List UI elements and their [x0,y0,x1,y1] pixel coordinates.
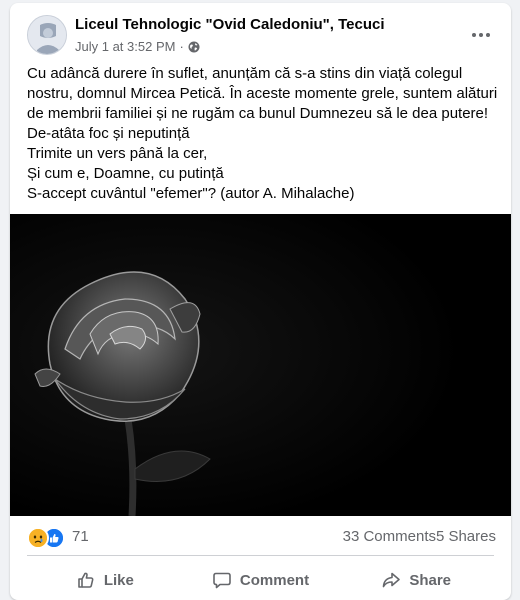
avatar-silhouette-icon [28,16,66,54]
more-options-button[interactable] [463,17,499,53]
reactions-bar: 71 33 Comments 5 Shares [10,521,511,553]
meta-separator: · [179,39,184,54]
post-meta: July 1 at 3:52 PM · [75,39,200,54]
comment-label: Comment [239,571,310,589]
comments-count-link[interactable]: 33 Comments [343,528,436,545]
like-label: Like [103,571,134,589]
post-actions: Like Comment Share [27,561,494,599]
actions-divider [27,555,494,556]
share-icon [383,572,401,588]
page-name-link[interactable]: Liceul Tehnologic "Ovid Caledoniu", Tecu… [75,16,385,33]
sad-reaction-icon [27,527,49,549]
post-text: Cu adâncă durere în suflet, anunțăm că s… [27,65,498,202]
reaction-icons[interactable] [27,527,67,549]
sad-face-icon [29,529,47,547]
share-label: Share [409,571,452,589]
more-dots-icon [472,33,490,37]
shares-count-link[interactable]: 5 Shares [436,528,496,545]
post-photo[interactable] [10,214,511,516]
like-icon [78,572,94,588]
share-button[interactable]: Share [338,561,494,599]
globe-icon[interactable] [188,41,200,53]
comment-icon [213,572,231,589]
post-header: Liceul Tehnologic "Ovid Caledoniu", Tecu… [10,3,511,61]
reaction-count[interactable]: 71 [72,528,89,545]
rose-image [10,214,511,516]
post-card: Liceul Tehnologic "Ovid Caledoniu", Tecu… [10,3,511,600]
like-button[interactable]: Like [27,561,183,599]
page-avatar[interactable] [27,15,67,55]
post-timestamp[interactable]: July 1 at 3:52 PM [75,39,175,54]
comment-button[interactable]: Comment [183,561,339,599]
